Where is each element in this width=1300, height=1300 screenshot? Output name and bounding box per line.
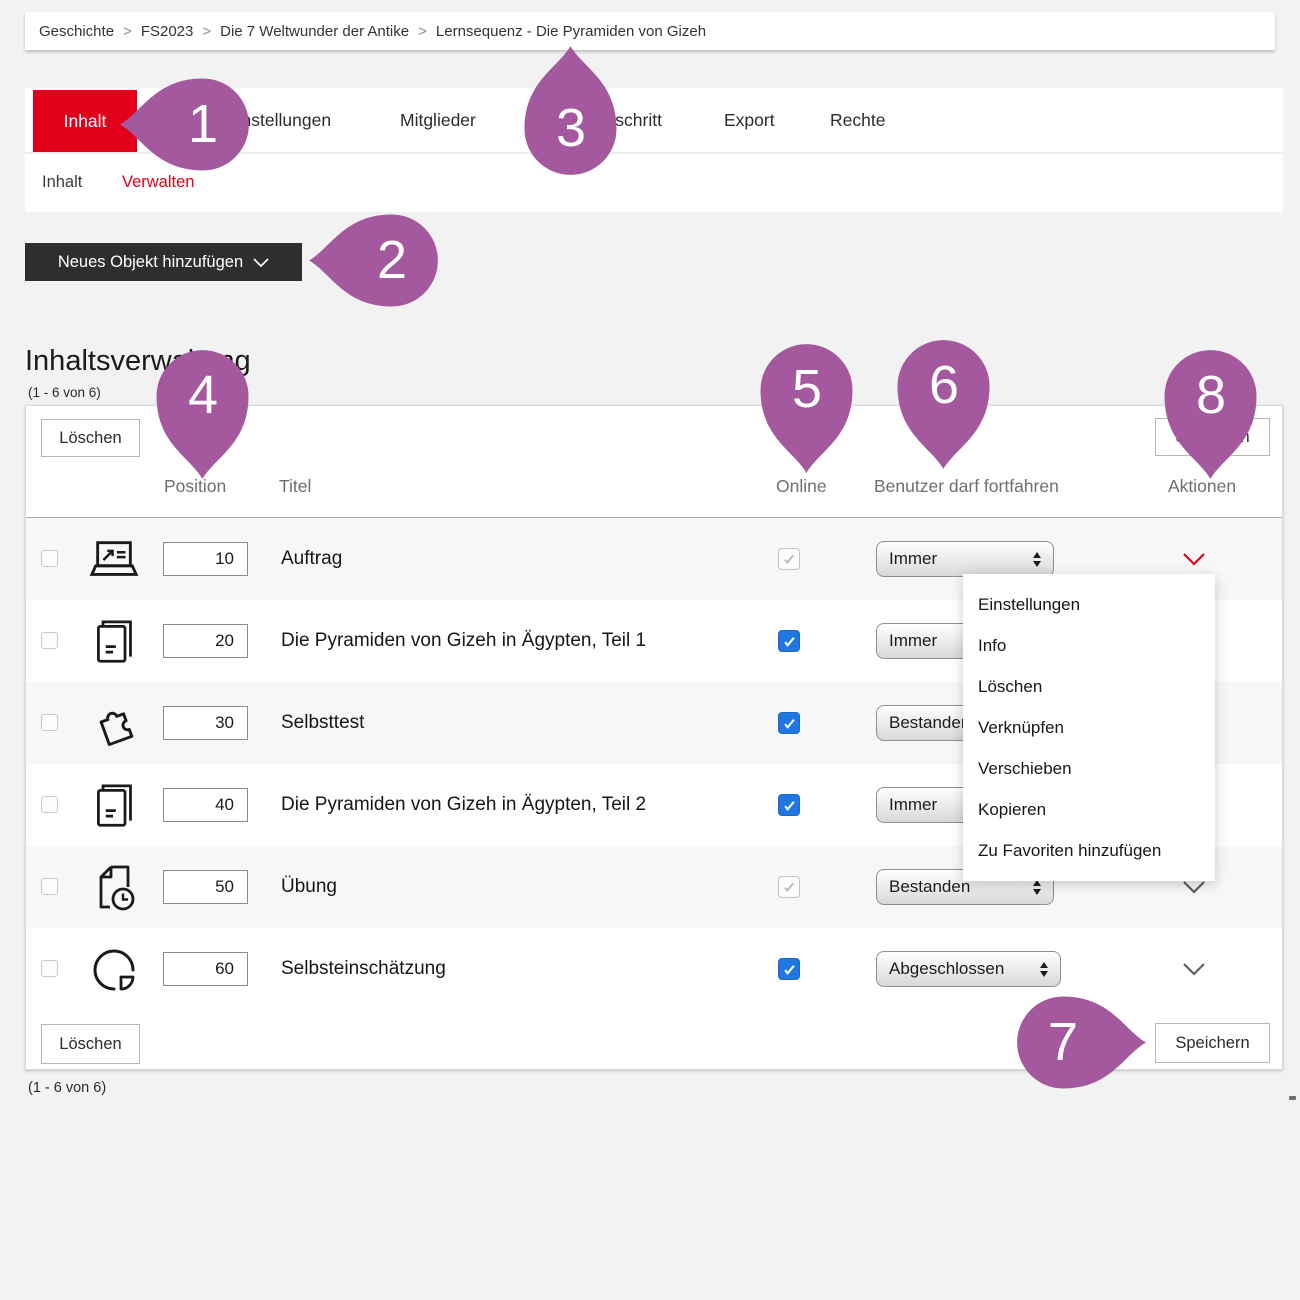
tab-mitglieder[interactable]: Mitglieder (400, 88, 476, 152)
row-select-checkbox[interactable] (41, 550, 58, 567)
add-new-object-button[interactable]: Neues Objekt hinzufügen (25, 243, 302, 281)
column-header-position: Position (164, 476, 226, 497)
annotation-marker-6: 6 (886, 340, 1001, 469)
online-checkbox[interactable] (778, 794, 800, 816)
annotation-marker-2: 2 (309, 203, 438, 318)
position-input[interactable] (163, 788, 248, 822)
row-select-checkbox[interactable] (41, 960, 58, 977)
marker-number: 4 (188, 368, 218, 422)
row-title[interactable]: Übung (281, 846, 337, 928)
actions-chevron-icon[interactable] (1182, 962, 1206, 981)
column-header-actions: Aktionen (1168, 476, 1236, 497)
tab-rechte[interactable]: Rechte (830, 88, 885, 152)
annotation-marker-8: 8 (1153, 350, 1268, 479)
subtab-inhalt[interactable]: Inhalt (42, 152, 82, 212)
select-stepper-icon (1033, 880, 1041, 895)
row-title[interactable]: Die Pyramiden von Gizeh in Ägypten, Teil… (281, 764, 646, 846)
marker-number: 7 (1048, 1015, 1078, 1069)
progress-select[interactable]: Immer (876, 541, 1054, 577)
select-stepper-icon (1033, 552, 1041, 567)
position-input[interactable] (163, 706, 248, 740)
column-header-title: Titel (279, 476, 311, 497)
online-checkbox[interactable] (778, 630, 800, 652)
breadcrumb: Geschichte > FS2023 > Die 7 Weltwunder d… (25, 12, 1275, 50)
row-title[interactable]: Selbsteinschätzung (281, 928, 446, 1010)
position-input[interactable] (163, 870, 248, 904)
learning-module-icon (88, 780, 140, 832)
annotation-marker-7: 7 (1017, 985, 1146, 1100)
online-checkbox[interactable] (778, 712, 800, 734)
result-count-top: (1 - 6 von 6) (28, 385, 101, 400)
menu-item-zu-favoriten[interactable]: Zu Favoriten hinzufügen (963, 830, 1215, 871)
actions-chevron-icon[interactable] (1182, 880, 1206, 899)
actions-chevron-icon-open[interactable] (1182, 552, 1206, 571)
menu-item-verschieben[interactable]: Verschieben (963, 748, 1215, 789)
breadcrumb-item[interactable]: Die 7 Weltwunder der Antike (220, 23, 409, 40)
survey-pie-icon (88, 944, 140, 996)
chevron-down-icon (253, 253, 269, 272)
breadcrumb-item-current[interactable]: Lernsequenz - Die Pyramiden von Gizeh (436, 23, 706, 40)
learning-module-icon (88, 616, 140, 668)
menu-item-einstellungen[interactable]: Einstellungen (963, 584, 1215, 625)
menu-item-kopieren[interactable]: Kopieren (963, 789, 1215, 830)
media-laptop-chart-icon (88, 534, 140, 586)
result-count-bottom: (1 - 6 von 6) (28, 1080, 106, 1096)
position-input[interactable] (163, 542, 248, 576)
column-header-online: Online (776, 476, 827, 497)
row-title[interactable]: Auftrag (281, 518, 342, 600)
annotation-marker-5: 5 (749, 344, 864, 473)
annotation-marker-1: 1 (120, 67, 249, 182)
delete-button-bottom[interactable]: Löschen (41, 1024, 140, 1064)
actions-dropdown-menu: Einstellungen Info Löschen Verknüpfen Ve… (963, 574, 1215, 881)
menu-item-verknuepfen[interactable]: Verknüpfen (963, 707, 1215, 748)
annotation-marker-3: 3 (513, 46, 628, 175)
row-title[interactable]: Die Pyramiden von Gizeh in Ägypten, Teil… (281, 600, 646, 682)
add-new-object-label: Neues Objekt hinzufügen (58, 253, 243, 272)
marker-number: 2 (377, 233, 407, 287)
breadcrumb-separator: > (202, 23, 211, 40)
save-button-bottom[interactable]: Speichern (1155, 1023, 1270, 1063)
online-checkbox-disabled (778, 548, 800, 570)
progress-select-value: Abgeschlossen (889, 959, 1030, 979)
position-input[interactable] (163, 952, 248, 986)
progress-select[interactable]: Abgeschlossen (876, 951, 1061, 987)
menu-item-loeschen[interactable]: Löschen (963, 666, 1215, 707)
annotation-marker-4: 4 (145, 350, 260, 479)
delete-button-top[interactable]: Löschen (41, 419, 140, 457)
marker-number: 6 (929, 358, 959, 412)
select-stepper-icon (1040, 962, 1048, 977)
row-select-checkbox[interactable] (41, 714, 58, 731)
progress-select-value: Immer (889, 549, 1023, 569)
breadcrumb-item[interactable]: FS2023 (141, 23, 194, 40)
row-title[interactable]: Selbsttest (281, 682, 364, 764)
marker-number: 1 (188, 97, 218, 151)
marker-number: 5 (792, 362, 822, 416)
marker-number: 8 (1196, 368, 1226, 422)
row-select-checkbox[interactable] (41, 878, 58, 895)
test-puzzle-icon (88, 698, 140, 750)
breadcrumb-separator: > (418, 23, 427, 40)
column-header-progress: Benutzer darf fortfahren (874, 476, 1059, 497)
marker-number: 3 (556, 101, 586, 155)
menu-item-info[interactable]: Info (963, 625, 1215, 666)
row-select-checkbox[interactable] (41, 796, 58, 813)
tab-export[interactable]: Export (724, 88, 775, 152)
online-checkbox-disabled (778, 876, 800, 898)
breadcrumb-separator: > (123, 23, 132, 40)
row-select-checkbox[interactable] (41, 632, 58, 649)
exercise-clock-icon (88, 862, 140, 914)
position-input[interactable] (163, 624, 248, 658)
breadcrumb-item[interactable]: Geschichte (39, 23, 114, 40)
screen-artifact (1289, 1096, 1296, 1100)
online-checkbox[interactable] (778, 958, 800, 980)
